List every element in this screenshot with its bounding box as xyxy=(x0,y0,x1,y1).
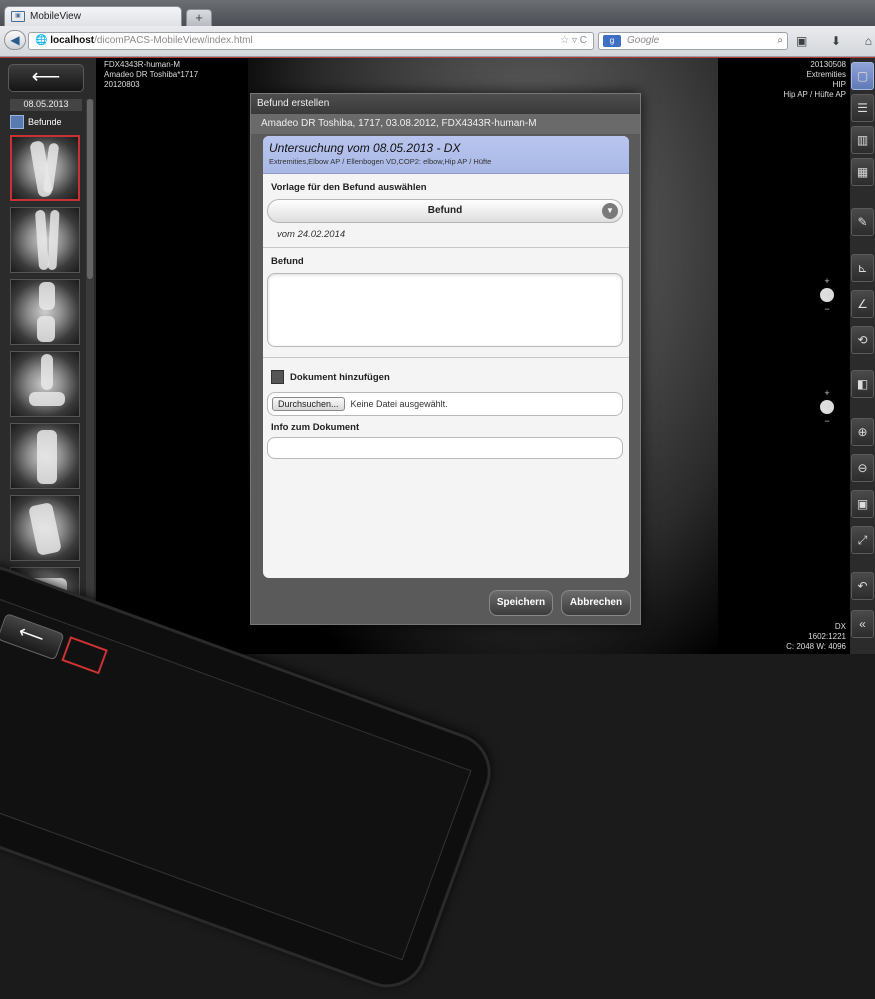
overlay-bottom-right: DX 1602:1221 C: 2048 W: 4096 xyxy=(786,622,846,652)
befunde-link[interactable]: Befunde xyxy=(10,114,84,130)
invert-icon[interactable]: ◧ xyxy=(851,370,874,398)
thumbnail-foot-lateral[interactable] xyxy=(10,495,80,561)
overlay-modality: DX xyxy=(834,622,846,631)
download-icon[interactable]: ⬇ xyxy=(831,34,841,48)
globe-icon: 🌐 xyxy=(35,35,48,46)
overlay-date: 20120803 xyxy=(104,80,140,89)
exam-title: Untersuchung vom 08.05.2013 - DX xyxy=(269,141,461,155)
thumbnail-scrollbar[interactable] xyxy=(86,99,94,654)
url-tools-icons[interactable]: ☆ ▿ C xyxy=(560,33,587,49)
undo-icon[interactable]: ↶ xyxy=(851,572,874,600)
overlay-study-date: 20130508 xyxy=(810,60,846,69)
annotate-icon[interactable]: ✎ xyxy=(851,208,874,236)
browser-tab[interactable]: ▣ MobileView xyxy=(4,6,182,26)
exam-header: Untersuchung vom 08.05.2013 - DX Extremi… xyxy=(263,136,629,174)
chevron-down-icon[interactable]: ▼ xyxy=(602,203,618,219)
document-icon xyxy=(271,370,284,384)
overlay-patient-id: FDX4343R-human-M xyxy=(104,60,181,69)
search-icon[interactable]: ⌕ xyxy=(777,33,783,49)
befund-dialog: Befund erstellen Amadeo DR Toshiba, 1717… xyxy=(250,93,641,625)
browser-back-button[interactable]: ◀ xyxy=(4,30,26,50)
overlay-top-right: 20130508 Extremities HIP Hip AP / Hüfte … xyxy=(783,60,846,100)
thumbnail-ankle[interactable] xyxy=(10,351,80,417)
befund-textarea[interactable] xyxy=(267,273,623,347)
layout-2x1-icon[interactable]: ☰ xyxy=(851,94,874,122)
overlay-view: Hip AP / Hüfte AP xyxy=(783,90,846,99)
tablet-back-button: ⟵ xyxy=(0,612,65,661)
report-form: Untersuchung vom 08.05.2013 - DX Extremi… xyxy=(263,136,629,578)
tab-title: MobileView xyxy=(30,11,81,22)
befunde-label: Befunde xyxy=(28,117,62,127)
layout-1x2-icon[interactable]: ▥ xyxy=(851,126,874,154)
exam-detail: Extremities,Elbow AP / Ellenbogen VD,COP… xyxy=(269,157,492,166)
tablet-selected-thumb xyxy=(61,636,108,675)
save-button[interactable]: Speichern xyxy=(489,590,553,616)
divider xyxy=(263,247,629,248)
dialog-title: Befund erstellen xyxy=(251,94,640,114)
tools-toolbar: ▢ ☰ ▥ ▦ ✎ ⊾ ∠ ⟲ ◧ ⊕ ⊖ ▣ ⤢ ↶ « xyxy=(850,58,875,654)
file-input[interactable]: Durchsuchen... Keine Datei ausgewählt. xyxy=(267,392,623,416)
contrast-icon[interactable] xyxy=(820,400,834,414)
thumbnail-scroll-thumb[interactable] xyxy=(87,99,93,279)
collapse-icon[interactable]: « xyxy=(851,610,874,638)
overlay-window-level: C: 2048 W: 4096 xyxy=(786,642,846,651)
zoom-out-icon[interactable]: ⊖ xyxy=(851,454,874,482)
search-placeholder: Google xyxy=(627,35,660,46)
fit-icon[interactable]: ▣ xyxy=(851,490,874,518)
brightness-control[interactable]: + − xyxy=(820,276,834,314)
no-file-text: Keine Datei ausgewählt. xyxy=(350,399,448,409)
info-label: Info zum Dokument xyxy=(271,422,360,433)
befund-label: Befund xyxy=(271,256,304,267)
layout-1x1-icon[interactable]: ▢ xyxy=(851,62,874,90)
layout-2x2-icon[interactable]: ▦ xyxy=(851,158,874,186)
thumbnail-knee[interactable] xyxy=(10,279,80,345)
overlay-position: 1602:1221 xyxy=(808,632,846,641)
search-input[interactable]: g Google ⌕ xyxy=(598,32,788,50)
measure-icon[interactable]: ⊾ xyxy=(851,254,874,282)
angle-icon[interactable]: ∠ xyxy=(851,290,874,318)
overlay-top-left: FDX4343R-human-M Amadeo DR Toshiba*1717 … xyxy=(104,60,198,90)
fullscreen-icon[interactable]: ⤢ xyxy=(851,526,874,554)
overlay-region: HIP xyxy=(832,80,846,89)
add-document-row: Dokument hinzufügen xyxy=(271,370,629,384)
zoom-in-icon[interactable]: ⊕ xyxy=(851,418,874,446)
thumbnail-foot[interactable] xyxy=(10,423,80,489)
thumbnail-elbow[interactable] xyxy=(10,135,80,201)
tab-favicon-icon: ▣ xyxy=(11,11,25,22)
overlay-body-part: Extremities xyxy=(806,70,846,79)
dialog-subtitle: Amadeo DR Toshiba, 1717, 03.08.2012, FDX… xyxy=(251,114,640,134)
report-icon xyxy=(10,115,24,129)
series-sidebar: ⟵ 08.05.2013 Befunde xyxy=(0,58,96,654)
new-tab-button[interactable]: + xyxy=(186,9,212,26)
url-bar[interactable]: 🌐 localhost/dicomPACS-MobileView/index.h… xyxy=(28,32,594,50)
add-document-label: Dokument hinzufügen xyxy=(290,371,390,383)
divider xyxy=(263,357,629,358)
thumbnail-forearm[interactable] xyxy=(10,207,80,273)
template-select[interactable]: Befund ▼ xyxy=(267,199,623,223)
cancel-button[interactable]: Abbrechen xyxy=(561,590,631,616)
home-icon[interactable]: ⌂ xyxy=(865,34,872,48)
template-label: Vorlage für den Befund auswählen xyxy=(271,182,427,193)
template-date: vom 24.02.2014 xyxy=(277,229,346,240)
url-path: /dicomPACS-MobileView/index.html xyxy=(94,35,253,46)
url-host: localhost xyxy=(50,35,95,46)
browser-nav-bar: ◀ 🌐 localhost/dicomPACS-MobileView/index… xyxy=(0,26,875,57)
info-input[interactable] xyxy=(267,437,623,459)
back-button[interactable]: ⟵ xyxy=(8,64,84,92)
google-engine-icon[interactable]: g xyxy=(603,35,621,47)
overlay-device: Amadeo DR Toshiba*1717 xyxy=(104,70,199,79)
browse-button[interactable]: Durchsuchen... xyxy=(272,397,345,411)
bookmarks-icon[interactable]: ▣ xyxy=(796,34,807,48)
thumbnail-list xyxy=(10,135,82,639)
rotate-icon[interactable]: ⟲ xyxy=(851,326,874,354)
template-selected: Befund xyxy=(427,205,463,216)
study-date: 08.05.2013 xyxy=(10,99,82,111)
brightness-icon[interactable] xyxy=(820,288,834,302)
contrast-control[interactable]: + − xyxy=(820,388,834,426)
browser-tab-bar: ▣ MobileView + xyxy=(0,0,875,26)
browser-toolbar: ▣ ⬇ ⌂ xyxy=(796,32,872,50)
